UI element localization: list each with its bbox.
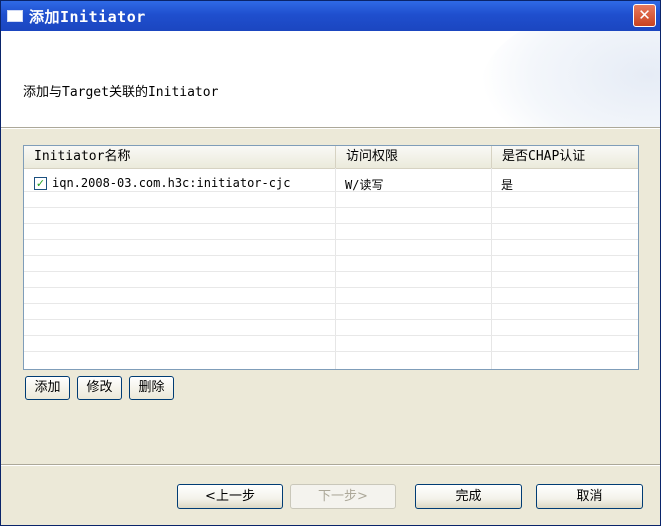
delete-button[interactable]: 删除: [129, 376, 174, 400]
row-divider: [24, 255, 638, 256]
close-icon[interactable]: ✕: [633, 4, 656, 27]
initiator-name-cell: iqn.2008-03.com.h3c:initiator-cjc: [52, 176, 291, 190]
title-bar[interactable]: 添加Initiator ✕: [1, 1, 660, 31]
header-decoration: [480, 31, 660, 127]
row-divider: [24, 335, 638, 336]
row-divider: [24, 351, 638, 352]
window-title: 添加Initiator: [29, 8, 146, 26]
column-divider: [335, 168, 336, 369]
add-button[interactable]: 添加: [25, 376, 70, 400]
window-icon: [7, 10, 23, 22]
edit-button[interactable]: 修改: [77, 376, 122, 400]
column-header-name[interactable]: Initiator名称: [24, 146, 335, 168]
column-header-access[interactable]: 访问权限: [335, 146, 491, 168]
cancel-button[interactable]: 取消: [536, 484, 643, 509]
row-divider: [24, 319, 638, 320]
column-header-chap[interactable]: 是否CHAP认证: [491, 146, 638, 168]
footer-divider: [1, 464, 660, 466]
header-divider: [1, 127, 660, 129]
finish-button[interactable]: 完成: [415, 484, 522, 509]
row-divider: [24, 191, 638, 192]
next-button[interactable]: 下一步>: [290, 484, 396, 509]
dialog-window: 添加Initiator ✕ 添加与Target关联的Initiator Init…: [0, 0, 661, 526]
initiator-table[interactable]: Initiator名称 访问权限 是否CHAP认证 ✓ iqn.2008-03.…: [23, 145, 639, 370]
back-button[interactable]: <上一步: [177, 484, 283, 509]
row-divider: [24, 207, 638, 208]
row-divider: [24, 287, 638, 288]
row-divider: [24, 223, 638, 224]
row-divider: [24, 303, 638, 304]
column-divider: [491, 168, 492, 369]
checkbox-checked-icon[interactable]: ✓: [34, 177, 47, 190]
access-cell: W/读写: [345, 178, 384, 192]
row-divider: [24, 239, 638, 240]
header-description: 添加与Target关联的Initiator: [23, 85, 219, 100]
table-header: Initiator名称 访问权限 是否CHAP认证: [24, 146, 638, 169]
chap-cell: 是: [501, 178, 514, 192]
wizard-header: 添加与Target关联的Initiator: [1, 31, 660, 127]
row-divider: [24, 271, 638, 272]
